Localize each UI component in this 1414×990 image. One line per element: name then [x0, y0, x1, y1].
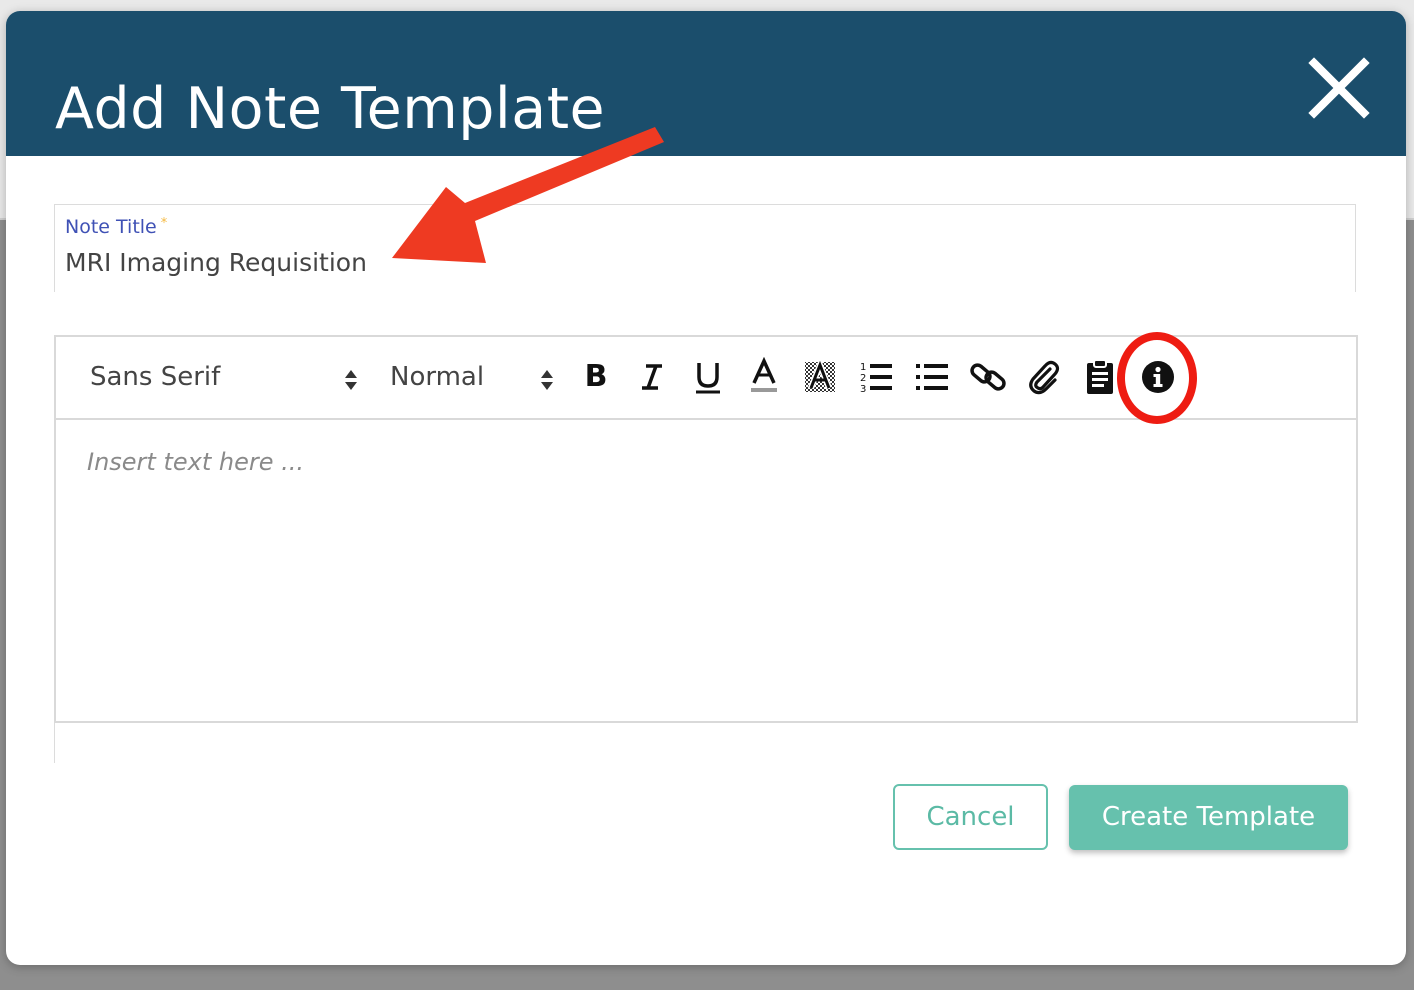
note-title-label: Note Title *	[65, 216, 168, 238]
select-arrows-icon	[541, 370, 553, 390]
editor-toolbar: Sans Serif Normal B 1 2 3	[56, 337, 1356, 420]
required-marker: *	[160, 216, 168, 231]
clipboard-button[interactable]	[1080, 357, 1120, 397]
bullet-list-button[interactable]	[912, 357, 952, 397]
field-divider	[54, 723, 55, 763]
paperclip-icon	[1029, 360, 1060, 395]
underline-button[interactable]	[688, 357, 728, 397]
svg-text:3: 3	[860, 384, 866, 395]
rich-text-editor: Sans Serif Normal B 1 2 3 Insert text he…	[54, 335, 1358, 723]
svg-text:1: 1	[860, 362, 866, 373]
background-color-icon	[805, 357, 835, 392]
editor-content-area[interactable]: Insert text here ...	[56, 420, 1356, 721]
text-color-icon	[751, 357, 777, 392]
add-note-template-dialog: Add Note Template Note Title * MRI Imagin…	[6, 11, 1406, 965]
ordered-list-button[interactable]: 1 2 3	[856, 357, 896, 397]
font-family-select[interactable]: Sans Serif	[56, 337, 376, 418]
info-icon	[1142, 361, 1174, 393]
italic-icon	[642, 364, 662, 390]
bullet-list-icon	[916, 364, 948, 390]
ordered-list-icon: 1 2 3	[860, 362, 892, 395]
dialog-title: Add Note Template	[55, 76, 606, 142]
font-size-value: Normal	[390, 362, 485, 392]
font-size-select[interactable]: Normal	[376, 337, 566, 418]
note-title-input[interactable]: MRI Imaging Requisition	[65, 248, 367, 277]
underline-icon	[696, 363, 720, 394]
close-button[interactable]	[1306, 55, 1372, 121]
link-button[interactable]	[968, 357, 1008, 397]
close-icon	[1308, 57, 1370, 119]
link-icon	[970, 363, 1006, 391]
info-button[interactable]	[1138, 357, 1178, 397]
font-family-value: Sans Serif	[90, 362, 221, 392]
italic-button[interactable]	[632, 357, 672, 397]
select-arrows-icon	[345, 370, 357, 390]
background-color-button[interactable]	[800, 357, 840, 397]
clipboard-icon	[1087, 359, 1113, 394]
attachment-button[interactable]	[1024, 357, 1064, 397]
cancel-button[interactable]: Cancel	[893, 784, 1048, 850]
note-title-field[interactable]: Note Title * MRI Imaging Requisition	[54, 204, 1356, 292]
dialog-header: Add Note Template	[6, 11, 1406, 156]
create-template-button[interactable]: Create Template	[1069, 785, 1348, 850]
bold-button[interactable]: B	[576, 357, 616, 397]
bold-icon: B	[584, 359, 608, 394]
editor-placeholder: Insert text here ...	[87, 448, 305, 476]
text-color-button[interactable]	[744, 357, 784, 397]
svg-text:2: 2	[860, 373, 866, 384]
